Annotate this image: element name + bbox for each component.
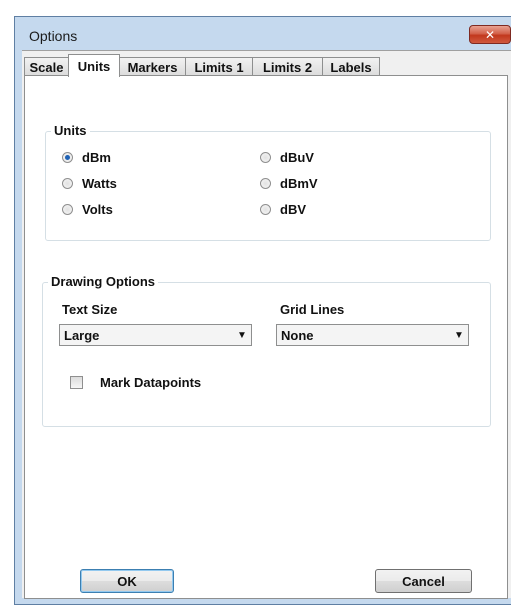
drawing-options-title: Drawing Options <box>48 274 158 289</box>
tab-labels[interactable]: Labels <box>322 57 380 76</box>
units-tab-panel: Units dBm Watts Volts dBuV dBmV dBV Draw… <box>24 75 508 599</box>
radio-label-dbuv: dBuV <box>280 150 314 165</box>
radio-label-watts: Watts <box>82 176 117 191</box>
radio-button-checked-icon <box>62 152 73 163</box>
ok-button[interactable]: OK <box>80 569 174 593</box>
grid-lines-value: None <box>281 327 314 343</box>
window-title: Options <box>29 28 78 44</box>
radio-button-icon <box>260 204 271 215</box>
radio-dbv[interactable]: dBV <box>260 202 306 217</box>
text-size-value: Large <box>64 327 100 343</box>
radio-label-dbm: dBm <box>82 150 111 165</box>
units-group-title: Units <box>51 123 90 138</box>
grid-lines-label: Grid Lines <box>280 302 345 317</box>
text-size-dropdown[interactable]: Large ▼ <box>59 324 252 346</box>
close-button[interactable]: ✕ <box>469 25 511 44</box>
mark-datapoints-label: Mark Datapoints <box>100 375 202 390</box>
mark-datapoints-checkbox[interactable] <box>70 376 83 389</box>
radio-button-icon <box>260 152 271 163</box>
tab-scale[interactable]: Scale <box>24 57 69 76</box>
cancel-button[interactable]: Cancel <box>375 569 472 593</box>
radio-dbmv[interactable]: dBmV <box>260 176 318 191</box>
radio-button-icon <box>62 204 73 215</box>
chevron-down-icon: ▼ <box>237 329 247 341</box>
tab-markers[interactable]: Markers <box>119 57 186 76</box>
units-group: Units dBm Watts Volts dBuV dBmV dBV <box>45 123 491 241</box>
radio-label-dbmv: dBmV <box>280 176 318 191</box>
tab-units[interactable]: Units <box>68 54 120 77</box>
radio-button-icon <box>260 178 271 189</box>
drawing-options-group: Drawing Options Text Size Large ▼ Grid L… <box>42 274 491 427</box>
grid-lines-dropdown[interactable]: None ▼ <box>276 324 469 346</box>
radio-dbm[interactable]: dBm <box>62 150 111 165</box>
radio-dbuv[interactable]: dBuV <box>260 150 314 165</box>
options-dialog: Options ✕ Scale Units Markers Limits 1 L… <box>14 16 511 605</box>
dialog-client-area: Scale Units Markers Limits 1 Limits 2 La… <box>22 50 511 599</box>
radio-volts[interactable]: Volts <box>62 202 113 217</box>
close-icon: ✕ <box>484 27 496 42</box>
radio-label-dbv: dBV <box>280 202 306 217</box>
radio-button-icon <box>62 178 73 189</box>
title-bar[interactable]: Options ✕ <box>15 17 511 50</box>
tab-limits-2[interactable]: Limits 2 <box>252 57 323 76</box>
radio-label-volts: Volts <box>82 202 113 217</box>
text-size-label: Text Size <box>62 302 118 317</box>
radio-watts[interactable]: Watts <box>62 176 117 191</box>
chevron-down-icon: ▼ <box>454 329 464 341</box>
mark-datapoints-checkbox-row[interactable]: Mark Datapoints <box>70 375 201 390</box>
tab-limits-1[interactable]: Limits 1 <box>185 57 253 76</box>
